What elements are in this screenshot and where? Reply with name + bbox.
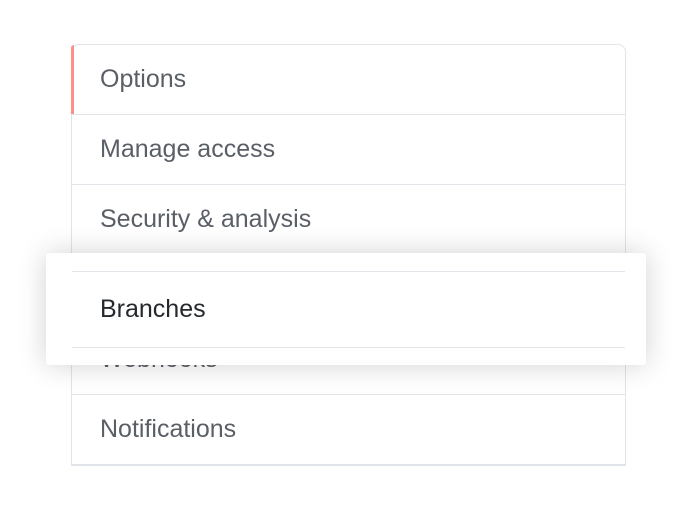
- sidebar-item-security-analysis[interactable]: Security & analysis: [72, 185, 625, 255]
- settings-sidebar: Options Manage access Security & analysi…: [71, 44, 626, 466]
- sidebar-item-label: Security & analysis: [100, 205, 311, 234]
- sidebar-item-branches[interactable]: Branches: [72, 271, 625, 348]
- sidebar-item-manage-access[interactable]: Manage access: [72, 115, 625, 185]
- sidebar-item-label: Webhooks: [100, 345, 218, 374]
- sidebar-item-notifications[interactable]: Notifications: [72, 395, 625, 465]
- sidebar-item-options[interactable]: Options: [72, 45, 625, 115]
- sidebar-item-label: Notifications: [100, 415, 236, 444]
- sidebar-item-label: Manage access: [100, 135, 275, 164]
- sidebar-item-label: Branches: [100, 295, 206, 324]
- sidebar-item-label: Options: [100, 65, 186, 94]
